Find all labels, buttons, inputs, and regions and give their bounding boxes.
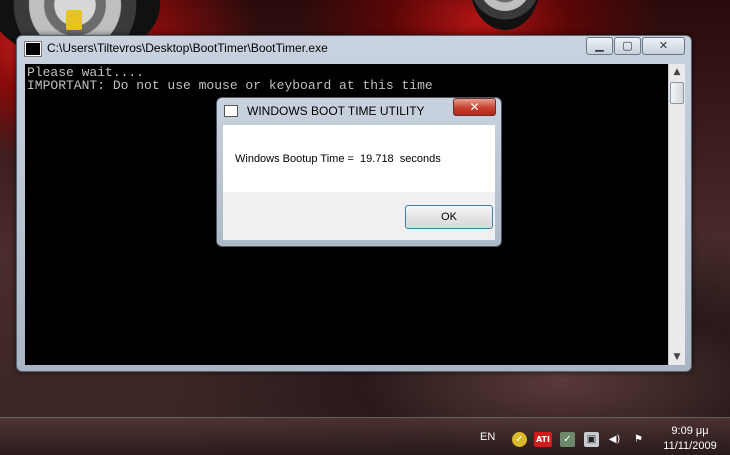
clock-time: 9:09 μμ — [671, 425, 709, 437]
scrollbar-thumb[interactable] — [670, 82, 684, 104]
scroll-down-arrow-icon[interactable]: ▼ — [669, 349, 685, 365]
taskbar: EN ✓ ATI ✓ ▣ ◀) ⚑ 9:09 μμ 11/11/2009 — [0, 417, 730, 455]
wallpaper-logo — [66, 10, 82, 30]
maximize-button[interactable]: ▢ — [614, 37, 641, 55]
close-button[interactable]: ✕ — [642, 37, 685, 55]
action-center-flag-icon[interactable]: ⚑ — [631, 432, 646, 447]
window-controls: ▁ ▢ ✕ — [585, 37, 685, 55]
console-title: C:\Users\Tiltevros\Desktop\BootTimer\Boo… — [47, 41, 328, 55]
norton-icon[interactable]: ✓ — [512, 432, 527, 447]
dialog-app-icon — [224, 105, 238, 117]
ati-icon[interactable]: ATI — [534, 432, 552, 447]
dialog-close-button[interactable]: ✕ — [453, 98, 496, 116]
dialog-title: WINDOWS BOOT TIME UTILITY — [247, 104, 425, 118]
system-clock[interactable]: 9:09 μμ 11/11/2009 — [658, 425, 722, 453]
console-vertical-scrollbar[interactable]: ▲ ▼ — [668, 64, 685, 365]
wallpaper-wheel-right — [470, 0, 540, 30]
dialog-footer: OK — [223, 192, 495, 240]
language-indicator[interactable]: EN — [480, 431, 495, 443]
clock-date: 11/11/2009 — [663, 440, 717, 452]
console-app-icon[interactable] — [24, 41, 42, 57]
console-line: IMPORTANT: Do not use mouse or keyboard … — [27, 78, 433, 93]
network-icon[interactable]: ▣ — [584, 432, 599, 447]
ok-button[interactable]: OK — [405, 205, 493, 229]
scroll-up-arrow-icon[interactable]: ▲ — [669, 64, 685, 80]
console-titlebar[interactable]: C:\Users\Tiltevros\Desktop\BootTimer\Boo… — [17, 36, 691, 62]
boot-time-message: Windows Bootup Time = 19.718 seconds — [235, 153, 441, 165]
boot-time-dialog[interactable]: WINDOWS BOOT TIME UTILITY ✕ Windows Boot… — [216, 97, 502, 247]
volume-icon[interactable]: ◀) — [607, 432, 622, 447]
safely-remove-icon[interactable]: ✓ — [560, 432, 575, 447]
minimize-button[interactable]: ▁ — [586, 37, 613, 55]
dialog-body: Windows Bootup Time = 19.718 seconds — [223, 125, 495, 192]
